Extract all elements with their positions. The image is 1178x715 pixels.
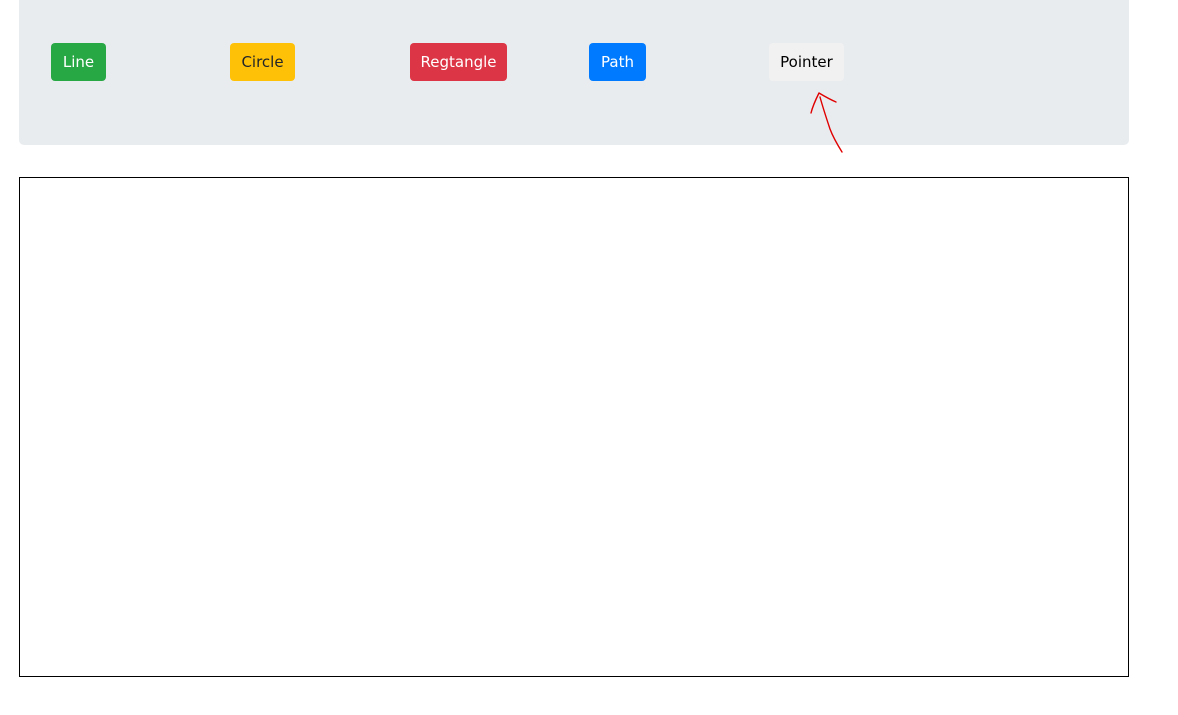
rectangle-button[interactable]: Regtangle	[410, 43, 507, 81]
drawing-canvas[interactable]	[19, 177, 1129, 677]
line-button[interactable]: Line	[51, 43, 106, 81]
path-button[interactable]: Path	[589, 43, 646, 81]
annotation-arrow-icon	[810, 92, 843, 153]
circle-button[interactable]: Circle	[230, 43, 295, 81]
pointer-button[interactable]: Pointer	[769, 43, 844, 81]
tool-toolbar: Line Circle Regtangle Path Pointer	[19, 0, 1129, 145]
